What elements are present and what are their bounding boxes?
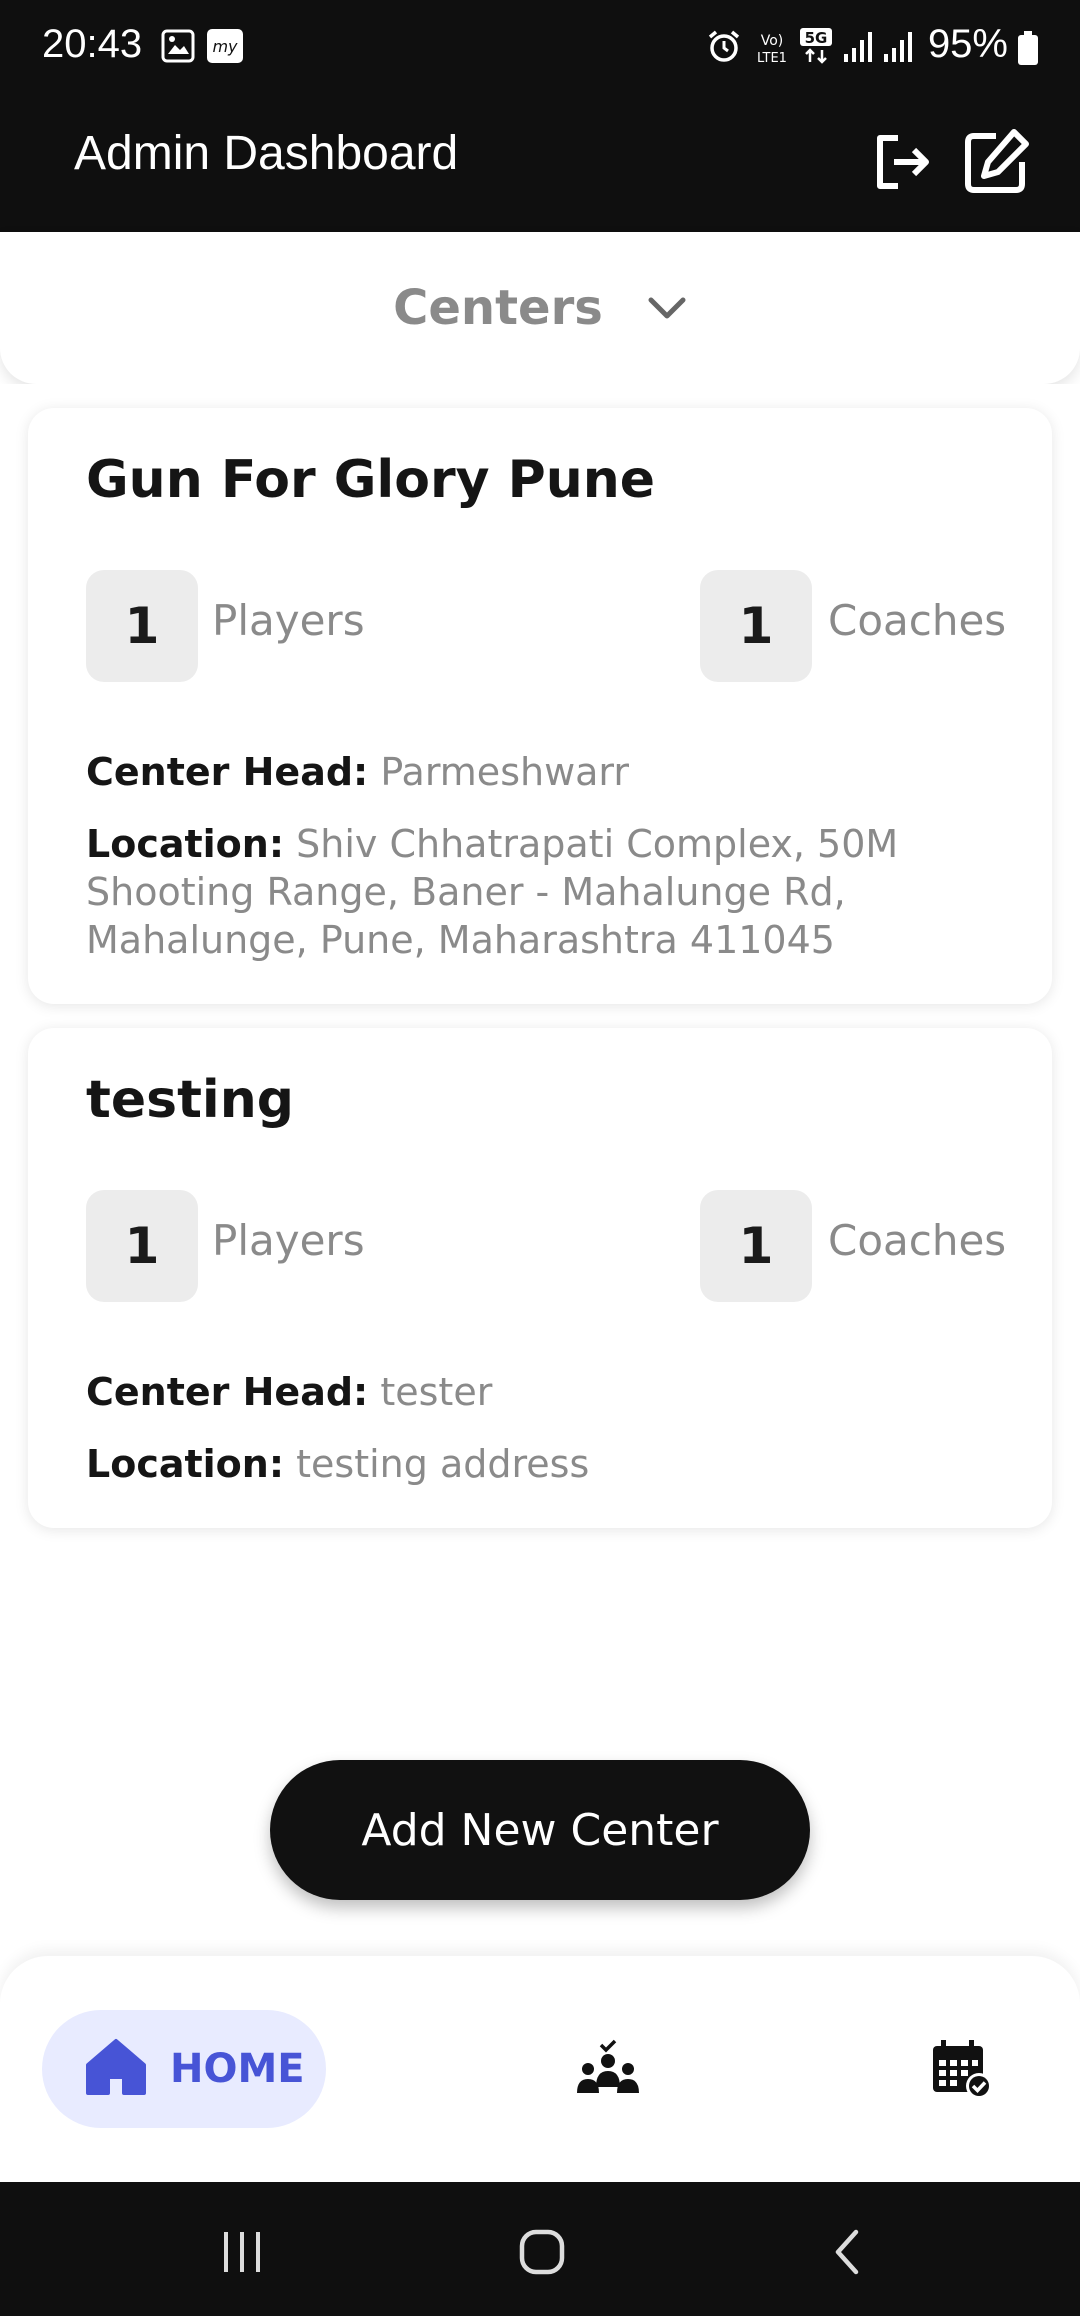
home-icon bbox=[84, 2037, 148, 2101]
team-icon[interactable] bbox=[572, 2034, 644, 2106]
volte-icon: Vo) LTE1 bbox=[750, 30, 794, 70]
svg-text:Vo): Vo) bbox=[761, 33, 784, 49]
battery-icon bbox=[1016, 30, 1040, 70]
coaches-label: Coaches bbox=[828, 596, 1007, 645]
coaches-count: 1 bbox=[700, 570, 812, 682]
location-row: Location: testing address bbox=[86, 1440, 986, 1488]
svg-text:5G: 5G bbox=[805, 29, 828, 47]
center-head-row: Center Head: Parmeshwarr bbox=[86, 748, 986, 796]
app-header: Admin Dashboard bbox=[0, 96, 1080, 232]
coaches-label: Coaches bbox=[828, 1216, 1007, 1265]
players-label: Players bbox=[212, 1216, 365, 1265]
center-head-key: Center Head: bbox=[86, 1370, 369, 1414]
calendar-check-icon[interactable] bbox=[926, 2034, 998, 2106]
location-row: Location: Shiv Chhatrapati Complex, 50M … bbox=[86, 820, 986, 964]
center-card[interactable]: Gun For Glory Pune 1 Players 1 Coaches C… bbox=[28, 408, 1052, 1004]
status-bar: 20:43 my Vo) LTE1 5G 95% bbox=[0, 0, 1080, 96]
coaches-count: 1 bbox=[700, 1190, 812, 1302]
center-card[interactable]: testing 1 Players 1 Coaches Center Head:… bbox=[28, 1028, 1052, 1528]
nav-home-label: HOME bbox=[170, 2046, 305, 2092]
bottom-nav: HOME bbox=[0, 1956, 1080, 2182]
edit-icon[interactable] bbox=[956, 122, 1036, 202]
gallery-icon bbox=[160, 28, 196, 68]
myapp-icon: my bbox=[206, 28, 244, 68]
logout-icon[interactable] bbox=[862, 122, 942, 202]
location-value: testing address bbox=[296, 1442, 590, 1486]
chevron-down-icon bbox=[647, 288, 687, 328]
svg-text:my: my bbox=[212, 37, 238, 56]
center-name: testing bbox=[86, 1070, 294, 1130]
add-new-center-button[interactable]: Add New Center bbox=[270, 1760, 810, 1900]
recent-apps-icon[interactable] bbox=[212, 2222, 272, 2282]
alarm-icon bbox=[706, 28, 742, 68]
5g-icon: 5G bbox=[798, 26, 834, 70]
center-list: Gun For Glory Pune 1 Players 1 Coaches C… bbox=[0, 384, 1080, 1964]
status-time: 20:43 bbox=[42, 22, 143, 66]
players-label: Players bbox=[212, 596, 365, 645]
center-name: Gun For Glory Pune bbox=[86, 450, 656, 510]
signal-icon bbox=[842, 28, 876, 68]
page-title: Admin Dashboard bbox=[74, 127, 459, 180]
location-key: Location: bbox=[86, 1442, 285, 1486]
home-circle-icon[interactable] bbox=[512, 2222, 572, 2282]
players-count: 1 bbox=[86, 570, 198, 682]
back-icon[interactable] bbox=[818, 2222, 878, 2282]
nav-home[interactable]: HOME bbox=[42, 2010, 326, 2128]
system-nav-bar bbox=[0, 2182, 1080, 2316]
signal-icon bbox=[882, 28, 916, 68]
players-count: 1 bbox=[86, 1190, 198, 1302]
location-key: Location: bbox=[86, 822, 285, 866]
battery-level: 95% bbox=[927, 22, 1008, 66]
centers-dropdown[interactable]: Centers bbox=[0, 232, 1080, 384]
center-head-value: Parmeshwarr bbox=[380, 750, 630, 794]
center-head-row: Center Head: tester bbox=[86, 1368, 986, 1416]
center-head-value: tester bbox=[380, 1370, 493, 1414]
center-head-key: Center Head: bbox=[86, 750, 369, 794]
svg-text:LTE1: LTE1 bbox=[757, 51, 787, 66]
centers-dropdown-label: Centers bbox=[393, 280, 603, 336]
